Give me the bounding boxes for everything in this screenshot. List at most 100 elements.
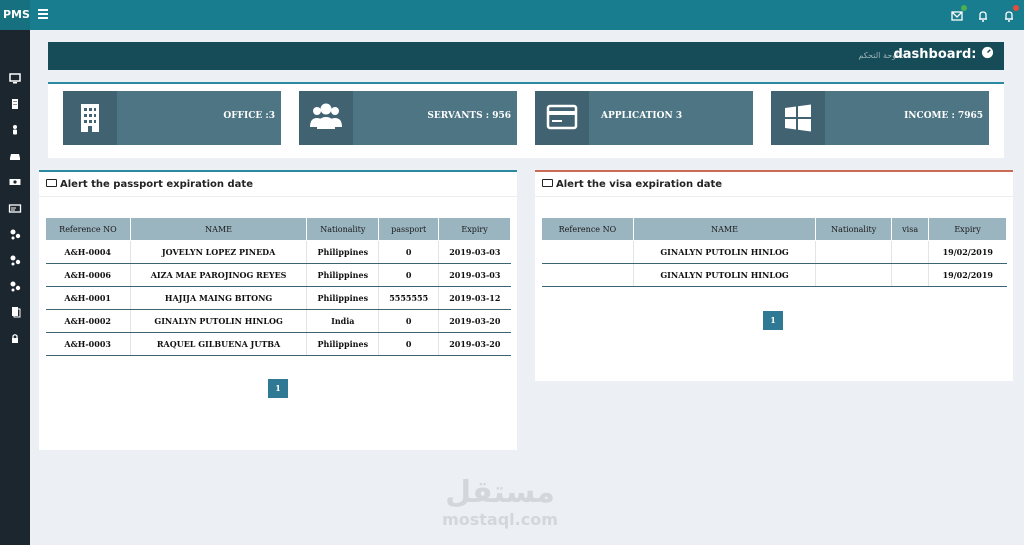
cell-reference: [541, 263, 634, 287]
money-icon: [46, 179, 57, 187]
alert-badge: [1013, 5, 1019, 11]
panel-divider: [535, 196, 1013, 197]
passport-alert-panel: Alert the passport expiration date Refer…: [39, 170, 517, 450]
pagination-page-1[interactable]: 1: [268, 379, 288, 398]
table-row[interactable]: A&H-0003 RAQUEL GILBUENA JUTBA Philippines…: [45, 332, 511, 356]
table-header-row: Reference NO NAME Nationality passport E…: [45, 217, 511, 241]
column-header[interactable]: Reference NO: [541, 217, 634, 241]
brand-logo[interactable]: PMS: [0, 0, 30, 30]
watermark-arabic: مستقل: [445, 475, 555, 510]
windows-icon: [785, 104, 811, 132]
dashboard-gauge-icon: [981, 46, 994, 63]
cell-expiry: 2019-03-03: [438, 263, 511, 287]
table-row[interactable]: A&H-0006 AIZA MAE PAROJINOG REYES Philippi…: [45, 263, 511, 287]
cell-reference: A&H-0001: [45, 286, 131, 310]
mail-icon[interactable]: [950, 5, 967, 22]
cell-name: HAJIJA MAING BITONG: [130, 286, 308, 310]
income-card-iconbox: [771, 91, 825, 145]
dashboard-header: لوحة التحكم : dashboard:: [47, 40, 1021, 70]
visa-alert-panel: Alert the visa expiration date Reference…: [535, 170, 1013, 381]
table-row[interactable]: A&H-0004 JOVELYN LOPEZ PINEDA Philippines 0…: [45, 240, 511, 264]
office-card[interactable]: OFFICE :3: [63, 91, 281, 145]
table-header-row: Reference NO NAME Nationality visa Expir…: [541, 217, 1007, 241]
monitor-icon[interactable]: [7, 70, 23, 86]
cell-nationality: Philippines: [306, 286, 380, 310]
watermark-latin: mostaql.com: [442, 510, 558, 529]
card-icon[interactable]: [7, 200, 23, 216]
cell-reference: [541, 240, 634, 264]
column-header[interactable]: Reference NO: [45, 217, 131, 241]
pagination-page-1[interactable]: 1: [763, 311, 783, 330]
cell-expiry: 2019-03-20: [438, 309, 511, 333]
column-header[interactable]: visa: [891, 217, 930, 241]
cell-reference: A&H-0006: [45, 263, 131, 287]
panel-divider: [39, 196, 517, 197]
car-icon[interactable]: [7, 148, 23, 164]
column-header[interactable]: NAME: [129, 217, 308, 241]
page-title-text: dashboard:: [893, 47, 977, 62]
column-header[interactable]: passport: [378, 217, 440, 241]
bell-icon[interactable]: [976, 8, 990, 22]
office-card-iconbox: [63, 91, 117, 145]
stats-cards-panel: OFFICE :3 SERVANTS : 956 APPLICATION 3 I…: [48, 82, 1004, 158]
cell-name: RAQUEL GILBUENA JUTBA: [130, 332, 308, 356]
cell-passport: 5555555: [378, 286, 440, 310]
column-header[interactable]: NAME: [632, 217, 817, 241]
cell-name: GINALYN PUTOLIN HINLOG: [633, 263, 817, 287]
cell-name: JOVELYN LOPEZ PINEDA: [130, 240, 308, 264]
money-icon: [542, 179, 553, 187]
sidebar: [0, 30, 30, 545]
office-icon: [81, 104, 99, 132]
cell-passport: 0: [378, 240, 440, 264]
column-header[interactable]: Expiry: [928, 217, 1007, 241]
users-icon: [310, 103, 342, 129]
cell-nationality: India: [306, 309, 380, 333]
table-row[interactable]: A&H-0001 HAJIJA MAING BITONG Philippines 55…: [45, 286, 511, 310]
cell-expiry: 2019-03-20: [438, 332, 511, 356]
cell-expiry: 19/02/2019: [928, 263, 1007, 287]
passport-table: Reference NO NAME Nationality passport E…: [45, 217, 511, 356]
application-card[interactable]: APPLICATION 3: [535, 91, 753, 145]
bell-alert-icon[interactable]: [1002, 5, 1019, 22]
page-title: dashboard:: [893, 46, 994, 63]
menu-toggle-icon[interactable]: [38, 9, 48, 21]
cell-reference: A&H-0004: [45, 240, 131, 264]
cell-expiry: 2019-03-03: [438, 240, 511, 264]
building-icon[interactable]: [7, 96, 23, 112]
document-icon[interactable]: [7, 304, 23, 320]
visa-table: Reference NO NAME Nationality visa Expir…: [541, 217, 1007, 287]
visa-panel-title-text: Alert the visa expiration date: [556, 179, 723, 190]
dashboard-header-bar: لوحة التحكم : dashboard:: [48, 42, 1004, 70]
cell-nationality: [815, 263, 893, 287]
cell-expiry: 2019-03-12: [438, 286, 511, 310]
person-icon[interactable]: [7, 122, 23, 138]
column-header[interactable]: Nationality: [815, 217, 893, 241]
servants-card[interactable]: SERVANTS : 956: [299, 91, 517, 145]
table-row[interactable]: A&H-0002 GINALYN PUTOLIN HINLOG India 0 2019…: [45, 309, 511, 333]
gears-icon[interactable]: [7, 252, 23, 268]
cell-nationality: Philippines: [306, 263, 380, 287]
cell-expiry: 19/02/2019: [928, 240, 1007, 264]
gears-icon[interactable]: [7, 226, 23, 242]
watermark: مستقل mostaql.com: [420, 475, 580, 530]
servants-card-label: SERVANTS : 956: [427, 111, 511, 121]
servants-card-iconbox: [299, 91, 353, 145]
table-row[interactable]: GINALYN PUTOLIN HINLOG 19/02/2019: [541, 263, 1007, 287]
gears-icon[interactable]: [7, 278, 23, 294]
passport-panel-title: Alert the passport expiration date: [46, 179, 253, 190]
column-header[interactable]: Nationality: [306, 217, 380, 241]
table-row[interactable]: GINALYN PUTOLIN HINLOG 19/02/2019: [541, 240, 1007, 264]
cell-name: GINALYN PUTOLIN HINLOG: [633, 240, 817, 264]
cell-visa: [891, 263, 930, 287]
cell-nationality: [815, 240, 893, 264]
column-header[interactable]: Expiry: [438, 217, 511, 241]
credit-card-icon: [546, 104, 578, 130]
cell-nationality: Philippines: [306, 332, 380, 356]
money-icon[interactable]: [7, 174, 23, 190]
lock-icon[interactable]: [7, 330, 23, 346]
income-card[interactable]: INCOME : 7965: [771, 91, 989, 145]
cell-passport: 0: [378, 263, 440, 287]
income-card-label: INCOME : 7965: [904, 111, 983, 121]
cell-reference: A&H-0003: [45, 332, 131, 356]
cell-passport: 0: [378, 332, 440, 356]
